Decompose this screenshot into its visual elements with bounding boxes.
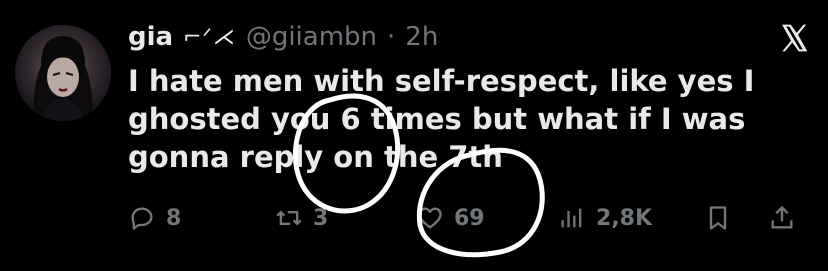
timestamp[interactable]: 2h	[405, 22, 438, 52]
like-count: 69	[454, 205, 485, 231]
bookmark-icon	[709, 206, 727, 230]
action-bar: 8 3 69 2,8K	[128, 200, 800, 236]
separator-dot: ·	[387, 22, 396, 52]
reply-icon	[131, 207, 153, 230]
author-name[interactable]: gia	[128, 22, 173, 52]
heart-icon	[418, 207, 442, 229]
views-button[interactable]: 2,8K	[558, 204, 652, 232]
views-chart-icon	[561, 208, 582, 228]
avatar-image	[33, 36, 93, 121]
view-count: 2,8K	[596, 205, 653, 231]
share-button[interactable]	[768, 204, 796, 232]
reply-count: 8	[166, 205, 182, 231]
tweet-header: gia ⌐ᐟ⋌ @giiambn · 2h	[128, 22, 438, 52]
repost-count: 3	[313, 205, 329, 231]
share-icon	[771, 205, 793, 229]
author-name-decoration: ⌐ᐟ⋌	[183, 24, 236, 50]
author-handle[interactable]: @giiambn	[246, 22, 377, 52]
like-button[interactable]: 69	[416, 204, 485, 232]
bookmark-button[interactable]	[704, 204, 732, 232]
avatar[interactable]	[15, 25, 111, 121]
tweet-text: I hate men with self-respect, like yes I…	[128, 64, 755, 174]
x-logo-icon	[782, 24, 808, 52]
tweet-card[interactable]: gia ⌐ᐟ⋌ @giiambn · 2h I hate men with se…	[0, 0, 828, 271]
repost-icon	[276, 210, 302, 226]
repost-button[interactable]: 3	[275, 204, 328, 232]
reply-button[interactable]: 8	[128, 204, 181, 232]
